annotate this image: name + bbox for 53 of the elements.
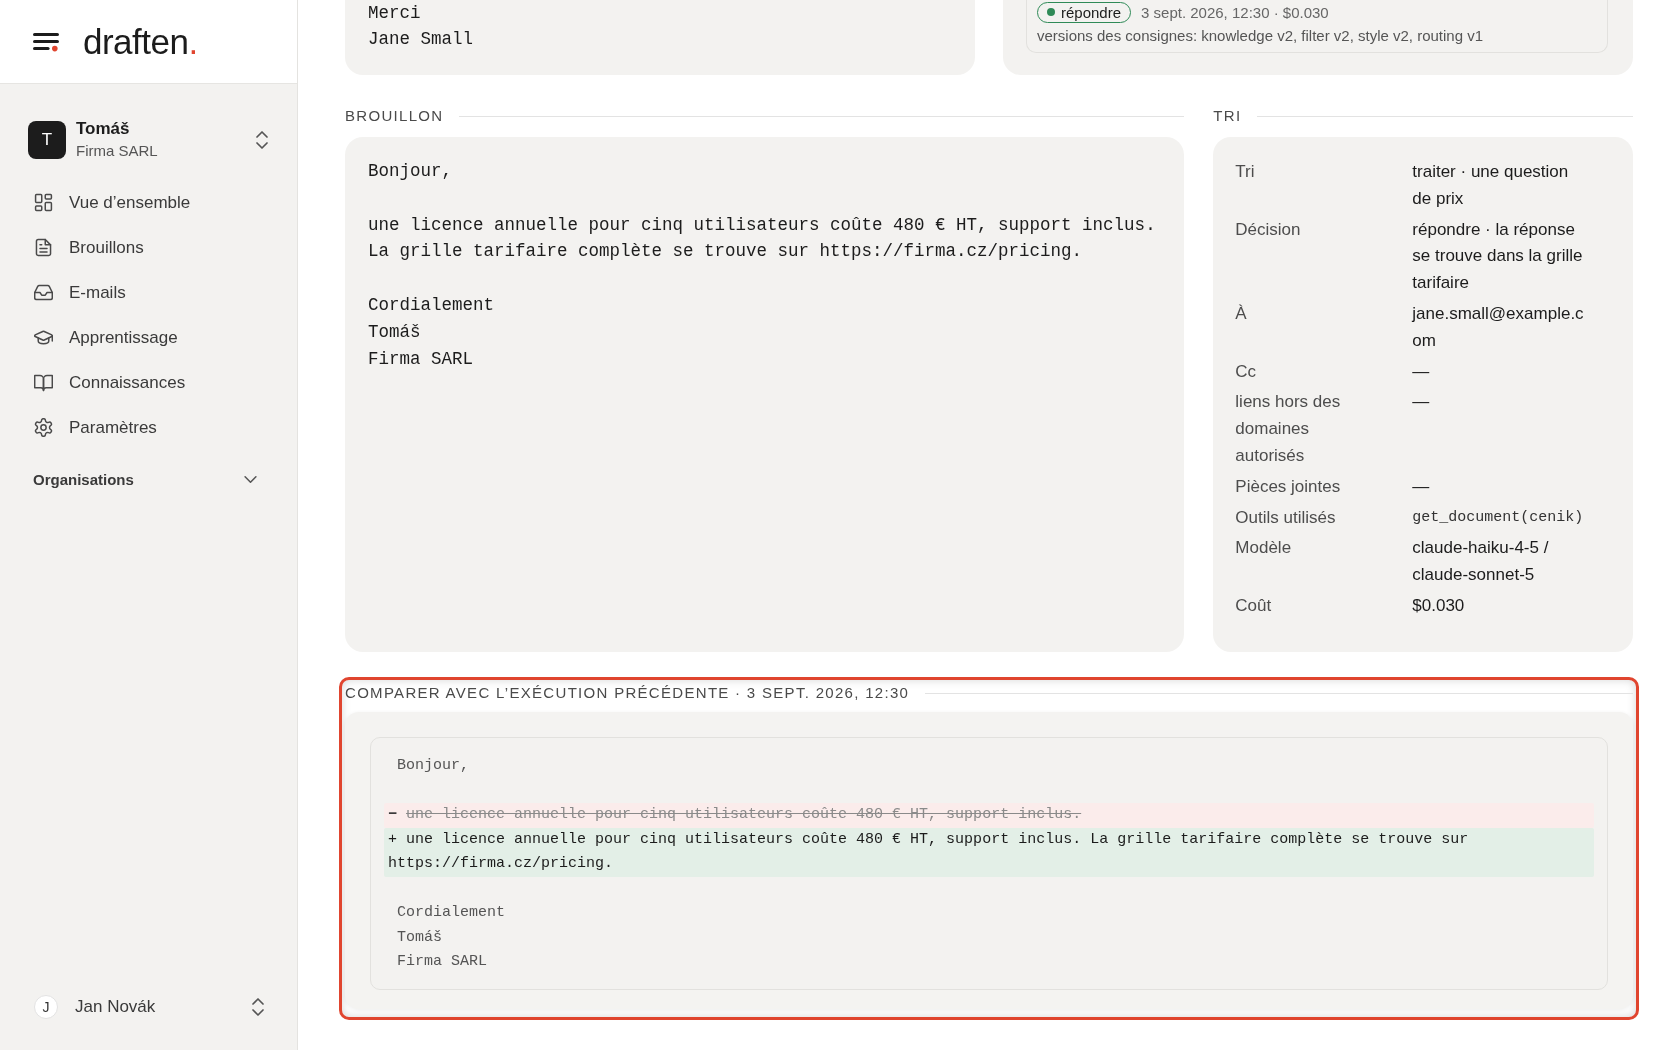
field-label: Coût (1235, 594, 1273, 617)
nav-link[interactable]: Brouillons (22, 225, 275, 270)
nav-link[interactable]: E-mails (22, 270, 275, 315)
field-label: Tri (1235, 161, 1256, 183)
account-organization: Firma SARL (76, 141, 158, 161)
diff-line: Bonjour, (396, 756, 470, 776)
field-value: — (1412, 360, 1431, 383)
draft-body: Bonjour, une licence annuelle pour cinq utilisateurs coûte 480 € HT, support inclus. La grille tarifaire complète se trouve sur https://firma.cz/pricing. Cordialement Tomáš Firma SARL (368, 160, 1157, 371)
brand-wordmark: draften. (83, 21, 198, 62)
field-value: claude-haiku-4-5 / claude-sonnet-5 (1412, 537, 1550, 587)
message-body: Merci Jane Small (368, 2, 475, 51)
user-switcher[interactable]: J Jan Novák (22, 987, 276, 1027)
field-value: — (1412, 391, 1431, 414)
chevron-down-icon (244, 474, 257, 484)
field-label: Décision (1235, 218, 1302, 241)
user-name: Jan Novák (75, 997, 156, 1017)
open-book-icon (34, 373, 53, 392)
section-heading: TRI (1213, 108, 1242, 124)
nav-link[interactable]: Paramètres (22, 405, 275, 450)
account-name: Tomáš (76, 118, 131, 140)
section-heading: COMPARER AVEC L’EXÉCUTION PRÉCÉDENTE · 3 SEPT. 2026, 12:30 (345, 685, 910, 701)
account-switcher[interactable]: T Tomáš Firma SARL (28, 118, 268, 162)
section-heading: BROUILLON (345, 108, 444, 124)
graduation-cap-icon (34, 328, 53, 347)
document-icon (34, 238, 53, 257)
prompt-versions: versions des consignes: knowledge v2, filter v2, style v2, routing v1 (1037, 26, 1485, 46)
nav-link[interactable]: Connaissances (22, 360, 275, 405)
dashboard-grid-icon (34, 193, 53, 212)
menu-icon[interactable] (33, 31, 59, 52)
field-value: jane.small@example.com (1412, 303, 1585, 352)
status-label: répondre (1061, 3, 1122, 21)
chevrons-up-down-icon (252, 998, 264, 1016)
account-avatar: T (28, 121, 66, 159)
field-label: Modèle (1235, 537, 1293, 560)
nav-link[interactable]: Apprentissage (22, 315, 275, 360)
field-label: Outils utilisés (1235, 506, 1337, 529)
user-avatar: J (34, 995, 58, 1019)
run-meta: 3 sept. 2026, 12:30 · $0.030 (1141, 3, 1329, 21)
diff-line: Tomáš (396, 927, 443, 948)
field-label: Cc (1235, 360, 1258, 383)
field-label: Pièces jointes (1235, 475, 1342, 498)
diff-line: Cordialement (396, 903, 507, 923)
field-label: À (1235, 303, 1248, 325)
field-value: $0.030 (1412, 594, 1466, 617)
organizations-toggle[interactable]: Organisations (22, 464, 268, 494)
chevrons-up-down-icon (256, 131, 268, 149)
inbox-tray-icon (34, 283, 53, 302)
nav-link[interactable]: Vue d’ensemble (22, 180, 275, 225)
diff-line: Firma SARL (396, 952, 488, 972)
field-label: liens hors des domaines autorisés (1235, 391, 1342, 467)
field-value: — (1412, 475, 1431, 498)
code-value: get_document(cenik) (1412, 507, 1585, 528)
settings-icon (34, 418, 53, 437)
